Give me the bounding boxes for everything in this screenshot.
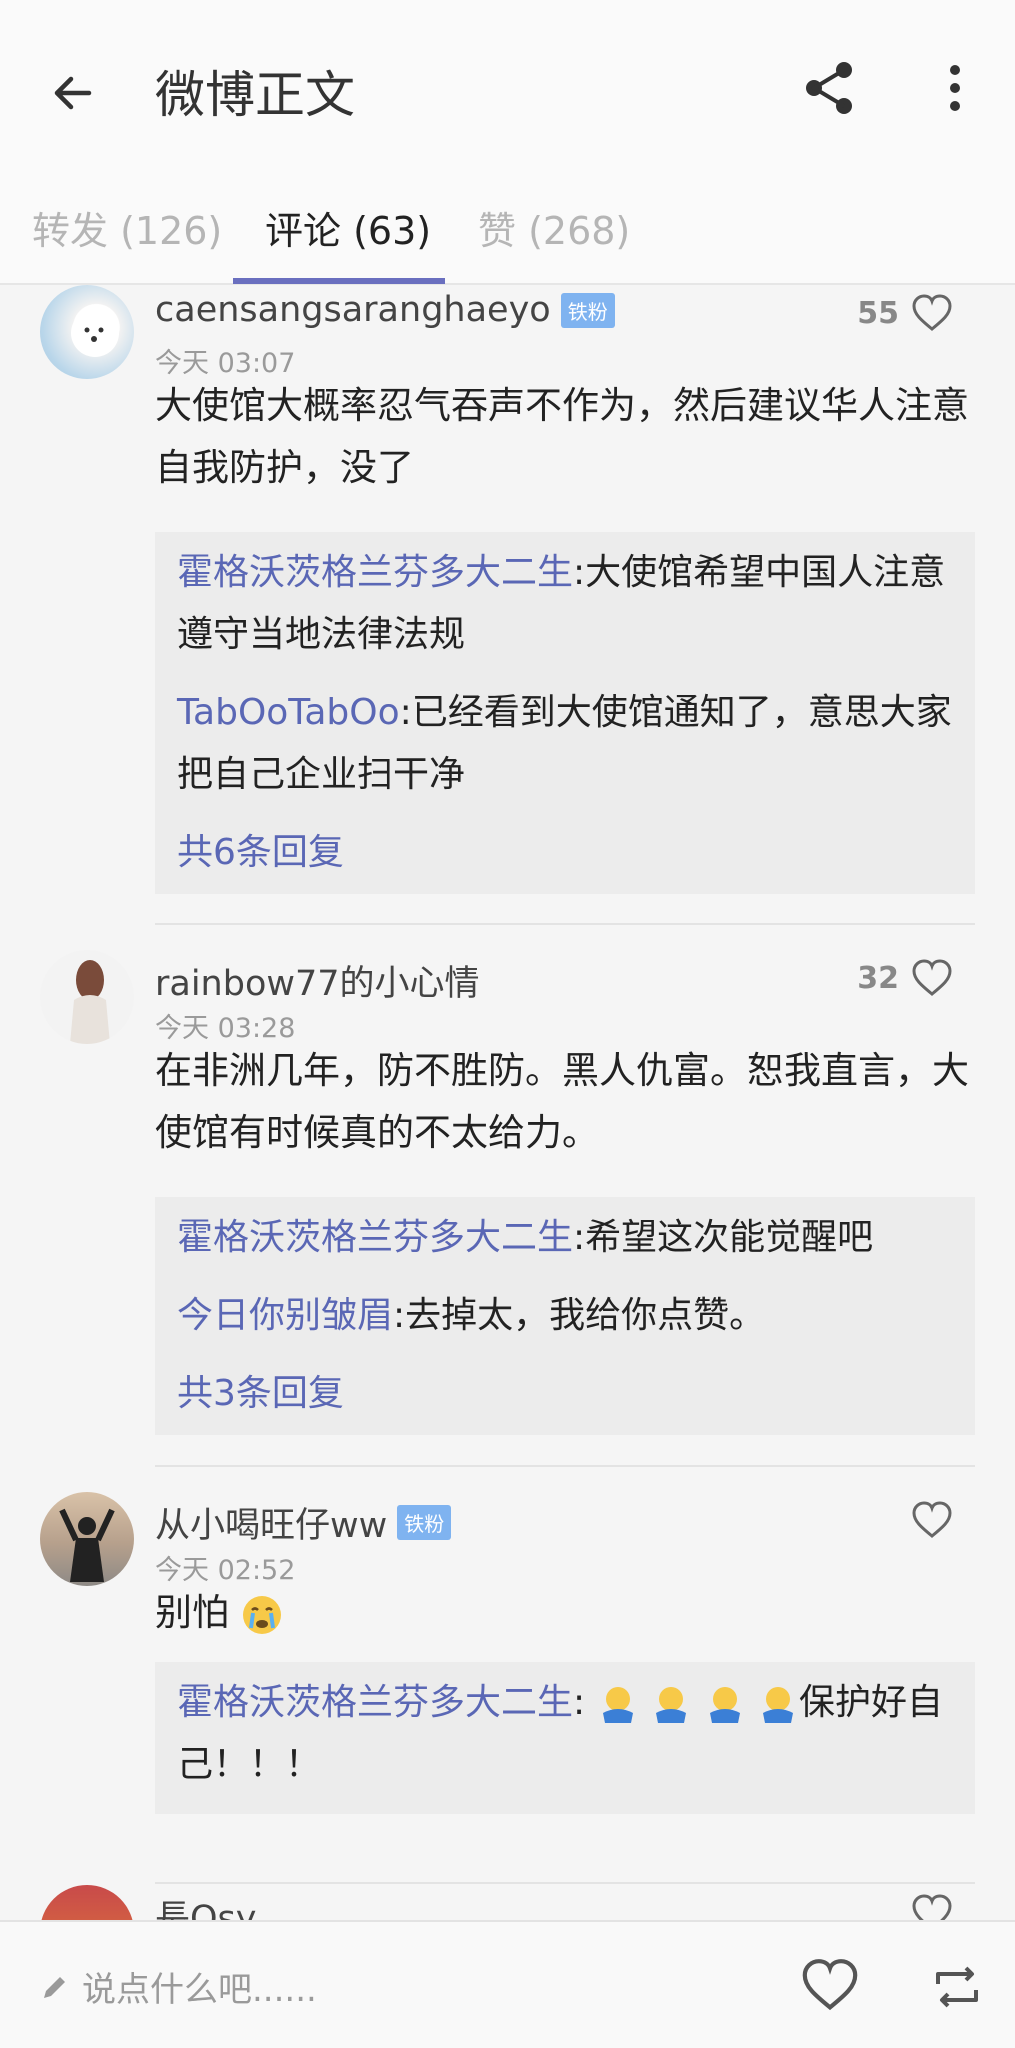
more-replies-link[interactable]: 共3条回复	[177, 1363, 953, 1425]
comment-username[interactable]: caensangsaranghaeyo 铁粉	[155, 290, 615, 330]
bottom-bar: 说点什么吧......	[0, 1920, 1015, 2048]
fan-badge: 铁粉	[560, 292, 615, 328]
like-count: 55	[857, 295, 899, 331]
reply-box[interactable]: 霍格沃茨格兰芬多大二生:希望这次能觉醒吧 今日你别皱眉:去掉太，我给你点赞。 共…	[155, 1197, 975, 1435]
arrow-left-icon	[54, 76, 92, 110]
dog-avatar-icon	[71, 309, 119, 357]
comment-username[interactable]: rainbow77的小心情	[155, 955, 480, 1006]
heart-icon	[912, 1501, 952, 1538]
tab-reposts[interactable]: 转发 (126)	[32, 200, 222, 255]
reply-username[interactable]: 今日你别皱眉	[177, 1295, 393, 1336]
comment-text: 在非洲几年，防不胜防。黑人仇富。恕我直言，大使馆有时候真的不太给力。	[155, 1049, 969, 1154]
more-vertical-icon	[950, 65, 960, 111]
divider	[155, 923, 975, 925]
heart-icon	[912, 294, 952, 331]
comment-username[interactable]: 从小喝旺仔ww 铁粉	[155, 1497, 452, 1548]
reply-item: TabOoTabOo:已经看到大使馆通知了，意思大家把自己企业扫干净	[177, 692, 952, 795]
divider	[155, 1465, 975, 1467]
reply-item: 霍格沃茨格兰芬多大二生: 保护好自己！！！	[177, 1682, 943, 1785]
reply-item: 霍格沃茨格兰芬多大二生:大使馆希望中国人注意遵守当地法律法规	[177, 552, 946, 655]
hug-emoji-icon	[602, 1687, 633, 1723]
composer-placeholder: 说点什么吧......	[82, 1970, 317, 2010]
like-count: 32	[857, 960, 899, 996]
avatar[interactable]	[40, 1492, 134, 1586]
person-avatar-icon	[70, 960, 110, 1044]
tab-bar: 转发 (126) 评论 (63) 赞 (268)	[0, 180, 1015, 285]
share-icon	[806, 62, 852, 114]
comment-like-button[interactable]	[911, 1893, 953, 1920]
avatar[interactable]	[40, 285, 134, 379]
crying-face-emoji-icon	[242, 1595, 281, 1634]
fan-badge: 铁粉	[397, 1505, 452, 1540]
reply-username[interactable]: TabOoTabOo	[177, 692, 400, 733]
hug-emoji-icon	[709, 1687, 740, 1723]
tab-comments[interactable]: 评论 (63)	[265, 200, 431, 255]
avatar[interactable]	[40, 950, 134, 1044]
comment-like-button[interactable]	[911, 1500, 953, 1540]
comment-list[interactable]: caensangsaranghaeyo 铁粉 今天 03:07 55 大使馆大概…	[0, 285, 1015, 1920]
comment-like-button[interactable]: 32	[857, 958, 953, 998]
hug-emoji-icon	[762, 1687, 793, 1723]
share-button[interactable]	[800, 58, 860, 118]
reply-box[interactable]: 霍格沃茨格兰芬多大二生: 保护好自己！！！	[155, 1662, 975, 1814]
back-button[interactable]	[40, 60, 106, 126]
divider	[155, 1882, 975, 1884]
comment-composer[interactable]: 说点什么吧......	[40, 1962, 317, 2011]
reply-username[interactable]: 霍格沃茨格兰芬多大二生	[177, 552, 573, 593]
comment-text: 别怕	[155, 1582, 975, 1644]
like-post-button[interactable]	[800, 1957, 860, 2017]
person-avatar-icon	[59, 1508, 115, 1582]
heart-icon	[912, 1894, 952, 1920]
repost-icon	[936, 1966, 978, 2008]
comment-like-button[interactable]: 55	[857, 293, 953, 333]
heart-icon	[912, 959, 952, 996]
avatar[interactable]	[40, 1885, 134, 1920]
tab-active-indicator	[233, 278, 445, 284]
repost-button[interactable]	[930, 1960, 984, 2014]
top-bar: 微博正文	[0, 0, 1015, 180]
heart-icon	[802, 1959, 858, 2011]
comment-username[interactable]: 長Qsy	[155, 1890, 257, 1920]
more-options-button[interactable]	[935, 58, 975, 118]
pencil-icon	[44, 1976, 65, 1998]
page-title: 微博正文	[155, 66, 355, 124]
more-replies-link[interactable]: 共6条回复	[177, 822, 953, 884]
reply-item: 今日你别皱眉:去掉太，我给你点赞。	[177, 1295, 766, 1336]
reply-box[interactable]: 霍格沃茨格兰芬多大二生:大使馆希望中国人注意遵守当地法律法规 TabOoTabO…	[155, 532, 975, 894]
comment-text: 大使馆大概率忍气吞声不作为，然后建议华人注意自我防护，没了	[155, 384, 969, 489]
tab-likes[interactable]: 赞 (268)	[478, 200, 630, 255]
reply-item: 霍格沃茨格兰芬多大二生:希望这次能觉醒吧	[177, 1217, 874, 1258]
hug-emoji-icon	[656, 1687, 687, 1723]
reply-username[interactable]: 霍格沃茨格兰芬多大二生	[177, 1217, 573, 1258]
reply-username[interactable]: 霍格沃茨格兰芬多大二生	[177, 1682, 573, 1723]
